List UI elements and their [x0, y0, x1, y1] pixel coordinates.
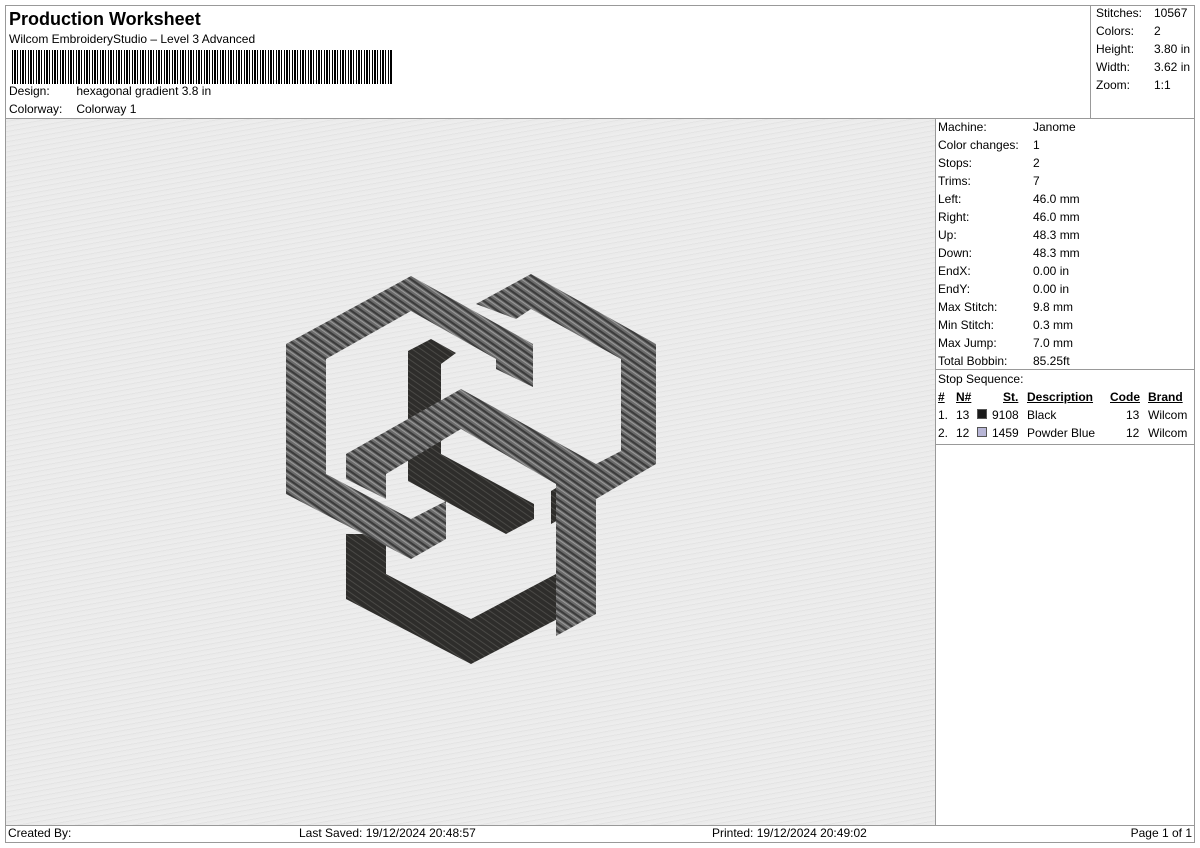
created-by: Created By: [8, 826, 72, 840]
info-label: Max Stitch: [938, 300, 998, 314]
col-header-n: N# [956, 390, 972, 404]
col-header-num: # [938, 390, 945, 404]
info-row: Up: 48.3 mm [938, 228, 1080, 246]
printed-date: Printed: 19/12/2024 20:49:02 [712, 826, 867, 840]
design-label: Design: [9, 84, 50, 98]
barcode [12, 50, 392, 84]
summary-value: 10567 [1154, 6, 1188, 20]
row-st: 9108 [992, 408, 1019, 422]
summary-value: 2 [1154, 24, 1161, 38]
info-label: Right: [938, 210, 970, 224]
info-value: 1 [1033, 138, 1040, 152]
info-value: 0.00 in [1033, 282, 1070, 296]
info-row: Machine: Janome [938, 120, 1076, 138]
row-brand: Wilcom [1148, 426, 1188, 440]
info-row: Max Stitch: 9.8 mm [938, 300, 1073, 318]
row-st: 1459 [992, 426, 1019, 440]
design-preview [6, 119, 935, 825]
hexagon-embroidery-design [286, 274, 656, 664]
summary-row: Zoom: 1:1 [1096, 78, 1171, 92]
design-row: Design: hexagonal gradient 3.8 in [9, 84, 211, 98]
info-label: Stops: [938, 156, 973, 170]
info-row: EndY: 0.00 in [938, 282, 1069, 300]
col-header-st: St. [1003, 390, 1019, 404]
summary-row: Colors: 2 [1096, 24, 1161, 38]
row-num: 1. [938, 408, 949, 422]
summary-row: Height: 3.80 in [1096, 42, 1190, 56]
info-row: Trims: 7 [938, 174, 1040, 192]
info-value: 9.8 mm [1033, 300, 1074, 314]
info-value: 46.0 mm [1033, 192, 1080, 206]
colorway-label: Colorway: [9, 102, 63, 116]
colorway-row: Colorway: Colorway 1 [9, 102, 136, 116]
info-value: Janome [1033, 120, 1076, 134]
stop-sequence-divider [936, 369, 1194, 370]
info-value: 48.3 mm [1033, 246, 1080, 260]
row-code: 13 [1126, 408, 1140, 422]
info-label: Down: [938, 246, 973, 260]
summary-label: Width: [1096, 60, 1131, 74]
info-label: Machine: [938, 120, 987, 134]
last-saved: Last Saved: 19/12/2024 20:48:57 [299, 826, 476, 840]
info-label: Max Jump: [938, 336, 997, 350]
row-brand: Wilcom [1148, 408, 1188, 422]
design-value: hexagonal gradient 3.8 in [76, 84, 212, 98]
info-value: 0.3 mm [1033, 318, 1074, 332]
summary-box: Stitches: 10567 Colors: 2 Height: 3.80 in W… [1090, 5, 1195, 119]
info-row: Stops: 2 [938, 156, 1040, 174]
row-n: 13 [956, 408, 970, 422]
row-n: 12 [956, 426, 970, 440]
summary-label: Zoom: [1096, 78, 1131, 92]
info-row: Right: 46.0 mm [938, 210, 1080, 228]
row-description: Powder Blue [1027, 426, 1096, 440]
info-value: 7 [1033, 174, 1040, 188]
stop-sequence-bottom-divider [936, 444, 1194, 445]
col-header-code: Code [1110, 390, 1140, 404]
page-title: Production Worksheet [9, 9, 201, 29]
info-value: 46.0 mm [1033, 210, 1080, 224]
summary-value: 1:1 [1154, 78, 1171, 92]
info-label: Left: [938, 192, 962, 206]
row-code: 12 [1126, 426, 1140, 440]
color-swatch [977, 409, 987, 419]
info-value: 2 [1033, 156, 1040, 170]
colorway-value: Colorway 1 [76, 102, 137, 116]
info-label: EndY: [938, 282, 971, 296]
info-value: 48.3 mm [1033, 228, 1080, 242]
info-value: 85.25ft [1033, 354, 1070, 368]
summary-row: Width: 3.62 in [1096, 60, 1190, 74]
info-row: Min Stitch: 0.3 mm [938, 318, 1073, 336]
worksheet-header: Production Worksheet Wilcom EmbroiderySt… [6, 6, 1090, 118]
info-value: 7.0 mm [1033, 336, 1074, 350]
worksheet-footer: Created By: Last Saved: 19/12/2024 20:48… [6, 826, 1194, 842]
col-header-description: Description [1027, 390, 1094, 404]
summary-value: 3.62 in [1154, 60, 1191, 74]
info-row: Down: 48.3 mm [938, 246, 1080, 264]
stop-sequence-title: Stop Sequence: [938, 372, 1024, 386]
row-num: 2. [938, 426, 949, 440]
info-label: EndX: [938, 264, 971, 278]
info-row: Max Jump: 7.0 mm [938, 336, 1073, 354]
info-label: Total Bobbin: [938, 354, 1008, 368]
color-swatch [977, 427, 987, 437]
info-row: Left: 46.0 mm [938, 192, 1080, 210]
summary-label: Stitches: [1096, 6, 1143, 20]
info-label: Min Stitch: [938, 318, 995, 332]
info-label: Trims: [938, 174, 971, 188]
row-description: Black [1027, 408, 1057, 422]
info-row: EndX: 0.00 in [938, 264, 1069, 282]
info-label: Color changes: [938, 138, 1019, 152]
summary-row: Stitches: 10567 [1096, 6, 1187, 20]
summary-label: Height: [1096, 42, 1135, 56]
info-label: Up: [938, 228, 957, 242]
info-value: 0.00 in [1033, 264, 1070, 278]
page-number: Page 1 of 1 [1130, 826, 1192, 840]
col-header-brand: Brand [1148, 390, 1183, 404]
info-row: Color changes: 1 [938, 138, 1040, 156]
summary-label: Colors: [1096, 24, 1135, 38]
summary-value: 3.80 in [1154, 42, 1191, 56]
machine-info-panel: Machine: Janome Color changes: 1 Stops: 2 T… [936, 119, 1194, 825]
software-name: Wilcom EmbroideryStudio – Level 3 Advanc… [9, 32, 256, 46]
